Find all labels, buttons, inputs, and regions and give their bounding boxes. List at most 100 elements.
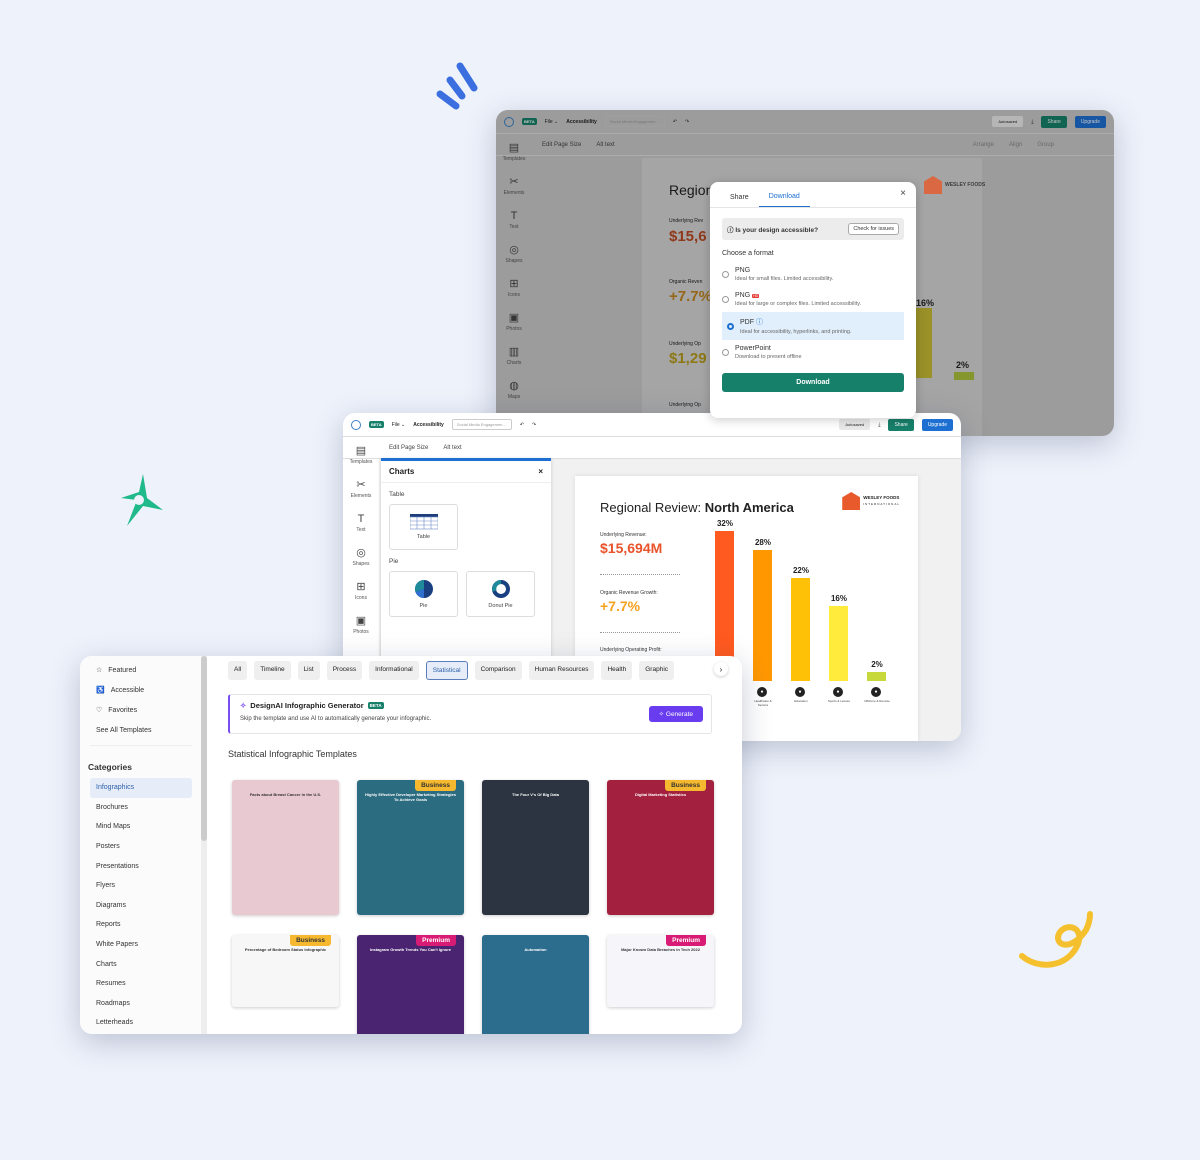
upgrade-button[interactable]: Upgrade xyxy=(921,418,953,431)
sidebar-item-accessible[interactable]: ♿ Accessible xyxy=(80,680,202,700)
category-brochures[interactable]: Brochures xyxy=(80,798,202,818)
pie-chart-icon xyxy=(414,580,433,598)
tab-download[interactable]: Download xyxy=(758,193,810,207)
sidebar-item-icons[interactable]: ⊞ Icons xyxy=(355,581,367,601)
download-icon[interactable]: ⤓ xyxy=(878,422,880,428)
download-button[interactable]: Download xyxy=(722,373,904,392)
charts-panel: Charts × Table Table Pie Pie Donut Pie xyxy=(381,458,551,658)
close-icon[interactable]: × xyxy=(900,188,906,199)
edit-page-size-button[interactable]: Edit Page Size xyxy=(389,445,428,451)
format-title: PDF ⓘ xyxy=(740,319,763,326)
chip-graphic[interactable]: Graphic xyxy=(639,661,675,680)
format-option-powerpoint[interactable]: PowerPoint Download to present offline xyxy=(710,340,916,365)
chip-comparison[interactable]: Comparison xyxy=(474,661,522,680)
chip-health[interactable]: Health xyxy=(601,661,633,680)
tab-share[interactable]: Share xyxy=(720,194,759,207)
chip-list[interactable]: List xyxy=(297,661,320,680)
category-resumes[interactable]: Resumes xyxy=(80,974,202,994)
beta-badge: BETA xyxy=(367,702,384,709)
chip-timeline[interactable]: Timeline xyxy=(254,661,291,680)
template-card[interactable]: Highly Effective Developer Marketing Str… xyxy=(357,780,464,915)
elements-icon: ✂ xyxy=(356,479,366,491)
template-card[interactable]: Major Known Data Breaches in Tech 2022 Pr… xyxy=(607,935,714,1007)
pie-chart-card[interactable]: Pie xyxy=(389,571,458,617)
template-card[interactable]: Instagram Growth Trends You Can't Ignore… xyxy=(357,935,464,1034)
chip-informational[interactable]: Informational xyxy=(369,661,419,680)
generate-button[interactable]: ✧ Generate xyxy=(648,706,703,722)
stat-value: +7.7% xyxy=(600,598,641,614)
template-card[interactable]: Facts about Breast Cancer in the U.S. xyxy=(232,780,339,915)
choose-format-label: Choose a format xyxy=(722,250,774,257)
bar-value-label: 22% xyxy=(792,565,809,575)
category-charts[interactable]: Charts xyxy=(80,954,202,974)
template-title: Automation xyxy=(524,947,547,952)
format-description: Ideal for accessibility, hyperlinks, and… xyxy=(740,329,852,335)
template-card[interactable]: The Four V's Of Big Data xyxy=(482,780,589,915)
category-infographics[interactable]: Infographics xyxy=(90,778,192,798)
card-label: Table xyxy=(416,534,431,540)
sidebar-item-photos[interactable]: ▣ Photos xyxy=(353,615,369,635)
check-for-issues-button[interactable]: Check for issues xyxy=(848,223,899,235)
template-card[interactable]: Digital Marketing Statistics Business xyxy=(607,780,714,915)
chip-statistical[interactable]: Statistical xyxy=(425,661,468,680)
table-chart-card[interactable]: Table xyxy=(389,504,458,550)
category-flyers[interactable]: Flyers xyxy=(80,876,202,896)
category-letterheads[interactable]: Letterheads xyxy=(80,1013,202,1033)
bar xyxy=(753,549,772,681)
format-option-png[interactable]: PNG Ideal for small files. Limited access… xyxy=(710,262,916,287)
category-icon: ● xyxy=(795,687,805,697)
sidebar-item-templates[interactable]: ▤ Templates xyxy=(350,445,373,465)
template-card[interactable]: Percentage of Bedroom Status Infographic… xyxy=(232,935,339,1007)
format-option-pdf[interactable]: PDF ⓘ Ideal for accessibility, hyperlinks… xyxy=(722,312,904,340)
sidebar-scrollbar[interactable] xyxy=(201,656,207,1034)
template-badge: Business xyxy=(415,780,456,791)
radio-button[interactable] xyxy=(722,296,729,303)
chip-process[interactable]: Process xyxy=(326,661,363,680)
category-white-papers[interactable]: White Papers xyxy=(80,935,202,955)
close-icon[interactable]: × xyxy=(538,467,543,476)
file-menu[interactable]: File ⌄ xyxy=(392,422,406,428)
app-logo-icon[interactable] xyxy=(351,419,361,430)
bar-value-label: 16% xyxy=(830,594,847,603)
redo-icon[interactable]: ↷ xyxy=(532,422,536,428)
categories-header: Categories xyxy=(88,762,132,772)
sidebar-item-text[interactable]: T Text xyxy=(356,513,365,533)
accessibility-menu[interactable]: Accessibility xyxy=(413,422,444,428)
sidebar-item-featured[interactable]: ☆ Featured xyxy=(80,660,202,680)
radio-button[interactable] xyxy=(727,322,734,330)
template-badge: Premium xyxy=(416,935,456,946)
sidebar-item-shapes[interactable]: ◎ Shapes xyxy=(353,547,370,567)
template-card[interactable]: Automation xyxy=(482,935,589,1034)
brand-logo: WESLEY FOODS INTERNATIONAL xyxy=(842,492,900,510)
chip-human-resources[interactable]: Human Resources xyxy=(528,661,595,680)
donut-chart-card[interactable]: Donut Pie xyxy=(466,571,535,617)
sidebar-item-label: Featured xyxy=(108,666,137,674)
sidebar-item-elements[interactable]: ✂ Elements xyxy=(351,479,372,499)
radio-button[interactable] xyxy=(722,271,729,278)
radio-button[interactable] xyxy=(722,349,729,356)
sidebar-item-label: Photos xyxy=(353,629,369,635)
sidebar-item-label: Accessible xyxy=(110,686,145,694)
category-diagrams[interactable]: Diagrams xyxy=(80,896,202,916)
category-roadmaps[interactable]: Roadmaps xyxy=(80,994,202,1014)
undo-icon[interactable]: ↶ xyxy=(520,422,524,428)
category-reports[interactable]: Reports xyxy=(80,915,202,935)
sidebar-item-see-all-templates[interactable]: See All Templates xyxy=(80,720,202,740)
format-option-png[interactable]: PNG HD Ideal for large or complex files. … xyxy=(710,287,916,312)
divider xyxy=(600,632,680,633)
scroll-right-chevron-icon[interactable]: › xyxy=(714,662,728,676)
photos-icon: ▣ xyxy=(355,615,367,627)
blue-brush-marks-icon xyxy=(436,62,478,110)
category-mind-maps[interactable]: Mind Maps xyxy=(80,817,202,837)
filter-chips: All Timeline List Process Informational Stati… xyxy=(228,661,675,680)
document-name-input[interactable]: Social Media Engagemen... xyxy=(451,419,512,430)
category-icon: ● xyxy=(871,687,881,697)
share-button[interactable]: Share xyxy=(888,418,914,431)
template-sidebar: ☆ Featured ♿ Accessible ♡ Favorites See All Te… xyxy=(80,656,202,1034)
chip-all[interactable]: All xyxy=(228,661,248,680)
category-posters[interactable]: Posters xyxy=(80,837,202,857)
category-presentations[interactable]: Presentations xyxy=(80,856,202,876)
alt-text-button[interactable]: Alt text xyxy=(443,445,461,451)
sidebar-item-favorites[interactable]: ♡ Favorites xyxy=(80,700,202,720)
bar xyxy=(791,577,810,681)
